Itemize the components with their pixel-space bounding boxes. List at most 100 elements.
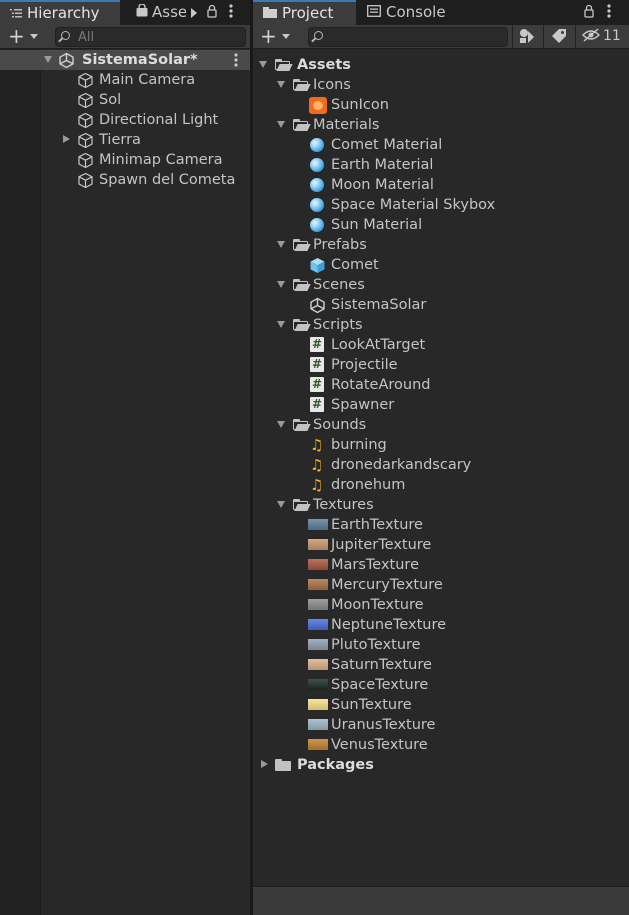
folder-icon bbox=[263, 2, 277, 25]
gameobject-row[interactable]: Main Camera bbox=[0, 70, 250, 90]
search-by-type-icon[interactable] bbox=[519, 28, 535, 48]
asset-row[interactable]: SunTexture bbox=[253, 695, 629, 715]
kebab-menu-icon[interactable] bbox=[607, 4, 611, 22]
asset-row[interactable]: Sun Material bbox=[253, 215, 629, 235]
kebab-menu-icon[interactable] bbox=[229, 4, 233, 22]
asset-row[interactable]: Earth Material bbox=[253, 155, 629, 175]
expand-arrow-icon[interactable] bbox=[277, 241, 285, 248]
expand-arrow-icon[interactable] bbox=[63, 135, 70, 143]
hierarchy-toolbar: + bbox=[0, 25, 250, 49]
asset-label: MarsTexture bbox=[331, 557, 419, 573]
csharp-script-icon: # bbox=[310, 377, 324, 392]
lock-icon[interactable] bbox=[584, 4, 594, 22]
asset-row[interactable]: MoonTexture bbox=[253, 595, 629, 615]
asset-row[interactable]: # LookAtTarget bbox=[253, 335, 629, 355]
search-icon bbox=[61, 31, 70, 40]
expand-arrow-icon[interactable] bbox=[277, 281, 285, 288]
hierarchy-tab-bar: Hierarchy Asse bbox=[0, 0, 250, 26]
hierarchy-search-input[interactable] bbox=[78, 28, 241, 46]
hidden-packages-eye-icon[interactable] bbox=[582, 28, 600, 46]
folder-label: Prefabs bbox=[313, 237, 367, 253]
folder-row-textures[interactable]: Textures bbox=[253, 495, 629, 515]
sun-icon bbox=[309, 97, 327, 114]
chevron-down-icon[interactable] bbox=[282, 34, 290, 39]
hierarchy-search[interactable] bbox=[55, 27, 246, 47]
asset-row[interactable]: Moon Material bbox=[253, 175, 629, 195]
folder-row-materials[interactable]: Materials bbox=[253, 115, 629, 135]
asset-row[interactable]: PlutoTexture bbox=[253, 635, 629, 655]
gameobject-label: Minimap Camera bbox=[99, 152, 223, 168]
asset-row[interactable]: SaturnTexture bbox=[253, 655, 629, 675]
create-plus-button[interactable]: + bbox=[260, 26, 277, 46]
unity-scene-icon bbox=[58, 52, 75, 69]
gameobject-label: Spawn del Cometa bbox=[99, 172, 236, 188]
asset-row[interactable]: ♫ burning bbox=[253, 435, 629, 455]
expand-arrow-icon[interactable] bbox=[277, 501, 285, 508]
expand-arrow-icon[interactable] bbox=[277, 421, 285, 428]
asset-row[interactable]: # Projectile bbox=[253, 355, 629, 375]
hierarchy-panel: Hierarchy Asse + SistemaSolar* bbox=[0, 0, 250, 915]
asset-row[interactable]: SunIcon bbox=[253, 95, 629, 115]
create-plus-button[interactable]: + bbox=[8, 26, 25, 46]
asset-row[interactable]: Space Material Skybox bbox=[253, 195, 629, 215]
asset-row[interactable]: # Spawner bbox=[253, 395, 629, 415]
gameobject-row[interactable]: Spawn del Cometa bbox=[0, 170, 250, 190]
asset-row[interactable]: SistemaSolar bbox=[253, 295, 629, 315]
expand-arrow-icon[interactable] bbox=[259, 61, 267, 68]
texture-thumbnail-icon bbox=[308, 579, 328, 590]
asset-label: SistemaSolar bbox=[331, 297, 427, 313]
asset-row[interactable]: ♫ dronedarkandscary bbox=[253, 455, 629, 475]
collapse-arrow-icon[interactable] bbox=[261, 760, 268, 768]
scene-menu-icon[interactable] bbox=[234, 53, 238, 71]
folder-row-scripts[interactable]: Scripts bbox=[253, 315, 629, 335]
project-search[interactable] bbox=[308, 27, 508, 47]
tab-console[interactable]: Console bbox=[359, 0, 469, 25]
asset-row[interactable]: UranusTexture bbox=[253, 715, 629, 735]
asset-row[interactable]: Comet Material bbox=[253, 135, 629, 155]
asset-label: burning bbox=[331, 437, 387, 453]
folder-row-prefabs[interactable]: Prefabs bbox=[253, 235, 629, 255]
folder-row-packages[interactable]: Packages bbox=[253, 755, 629, 775]
folder-row-sounds[interactable]: Sounds bbox=[253, 415, 629, 435]
expand-arrow-icon[interactable] bbox=[277, 321, 285, 328]
gameobject-row[interactable]: Minimap Camera bbox=[0, 150, 250, 170]
folder-row-scenes[interactable]: Scenes bbox=[253, 275, 629, 295]
asset-row[interactable]: EarthTexture bbox=[253, 515, 629, 535]
csharp-script-icon: # bbox=[310, 397, 324, 412]
texture-thumbnail-icon bbox=[308, 679, 328, 690]
folder-row-assets[interactable]: Assets bbox=[253, 55, 629, 75]
expand-arrow-icon[interactable] bbox=[277, 81, 285, 88]
folder-open-icon bbox=[293, 419, 311, 431]
asset-row[interactable]: Comet bbox=[253, 255, 629, 275]
asset-row[interactable]: SpaceTexture bbox=[253, 675, 629, 695]
tab-hierarchy[interactable]: Hierarchy bbox=[0, 0, 120, 25]
tag-icon[interactable] bbox=[551, 28, 567, 48]
folder-label: Packages bbox=[297, 757, 374, 773]
asset-row[interactable]: MercuryTexture bbox=[253, 575, 629, 595]
expand-arrow-icon[interactable] bbox=[44, 56, 52, 63]
csharp-script-icon: # bbox=[310, 357, 324, 372]
audio-note-icon: ♫ bbox=[310, 436, 324, 454]
gameobject-row[interactable]: Tierra bbox=[0, 130, 250, 150]
tab-scroll-right-icon[interactable] bbox=[190, 6, 198, 22]
asset-row[interactable]: NeptuneTexture bbox=[253, 615, 629, 635]
tab-project[interactable]: Project bbox=[253, 0, 356, 25]
folder-row-icons[interactable]: Icons bbox=[253, 75, 629, 95]
asset-label: UranusTexture bbox=[331, 717, 436, 733]
asset-label: Moon Material bbox=[331, 177, 434, 193]
asset-row[interactable]: # RotateAround bbox=[253, 375, 629, 395]
asset-row[interactable]: ♫ dronehum bbox=[253, 475, 629, 495]
expand-arrow-icon[interactable] bbox=[277, 121, 285, 128]
chevron-down-icon[interactable] bbox=[30, 34, 38, 39]
asset-row[interactable]: MarsTexture bbox=[253, 555, 629, 575]
folder-open-icon bbox=[293, 239, 311, 251]
gameobject-row[interactable]: Directional Light bbox=[0, 110, 250, 130]
asset-label: Comet bbox=[331, 257, 379, 273]
lock-icon[interactable] bbox=[207, 4, 217, 22]
project-search-input[interactable] bbox=[331, 28, 503, 46]
tab-asset-store[interactable]: Asse bbox=[124, 0, 186, 25]
asset-row[interactable]: VenusTexture bbox=[253, 735, 629, 755]
asset-row[interactable]: JupiterTexture bbox=[253, 535, 629, 555]
gameobject-row[interactable]: Sol bbox=[0, 90, 250, 110]
scene-row[interactable]: SistemaSolar* bbox=[0, 50, 250, 70]
